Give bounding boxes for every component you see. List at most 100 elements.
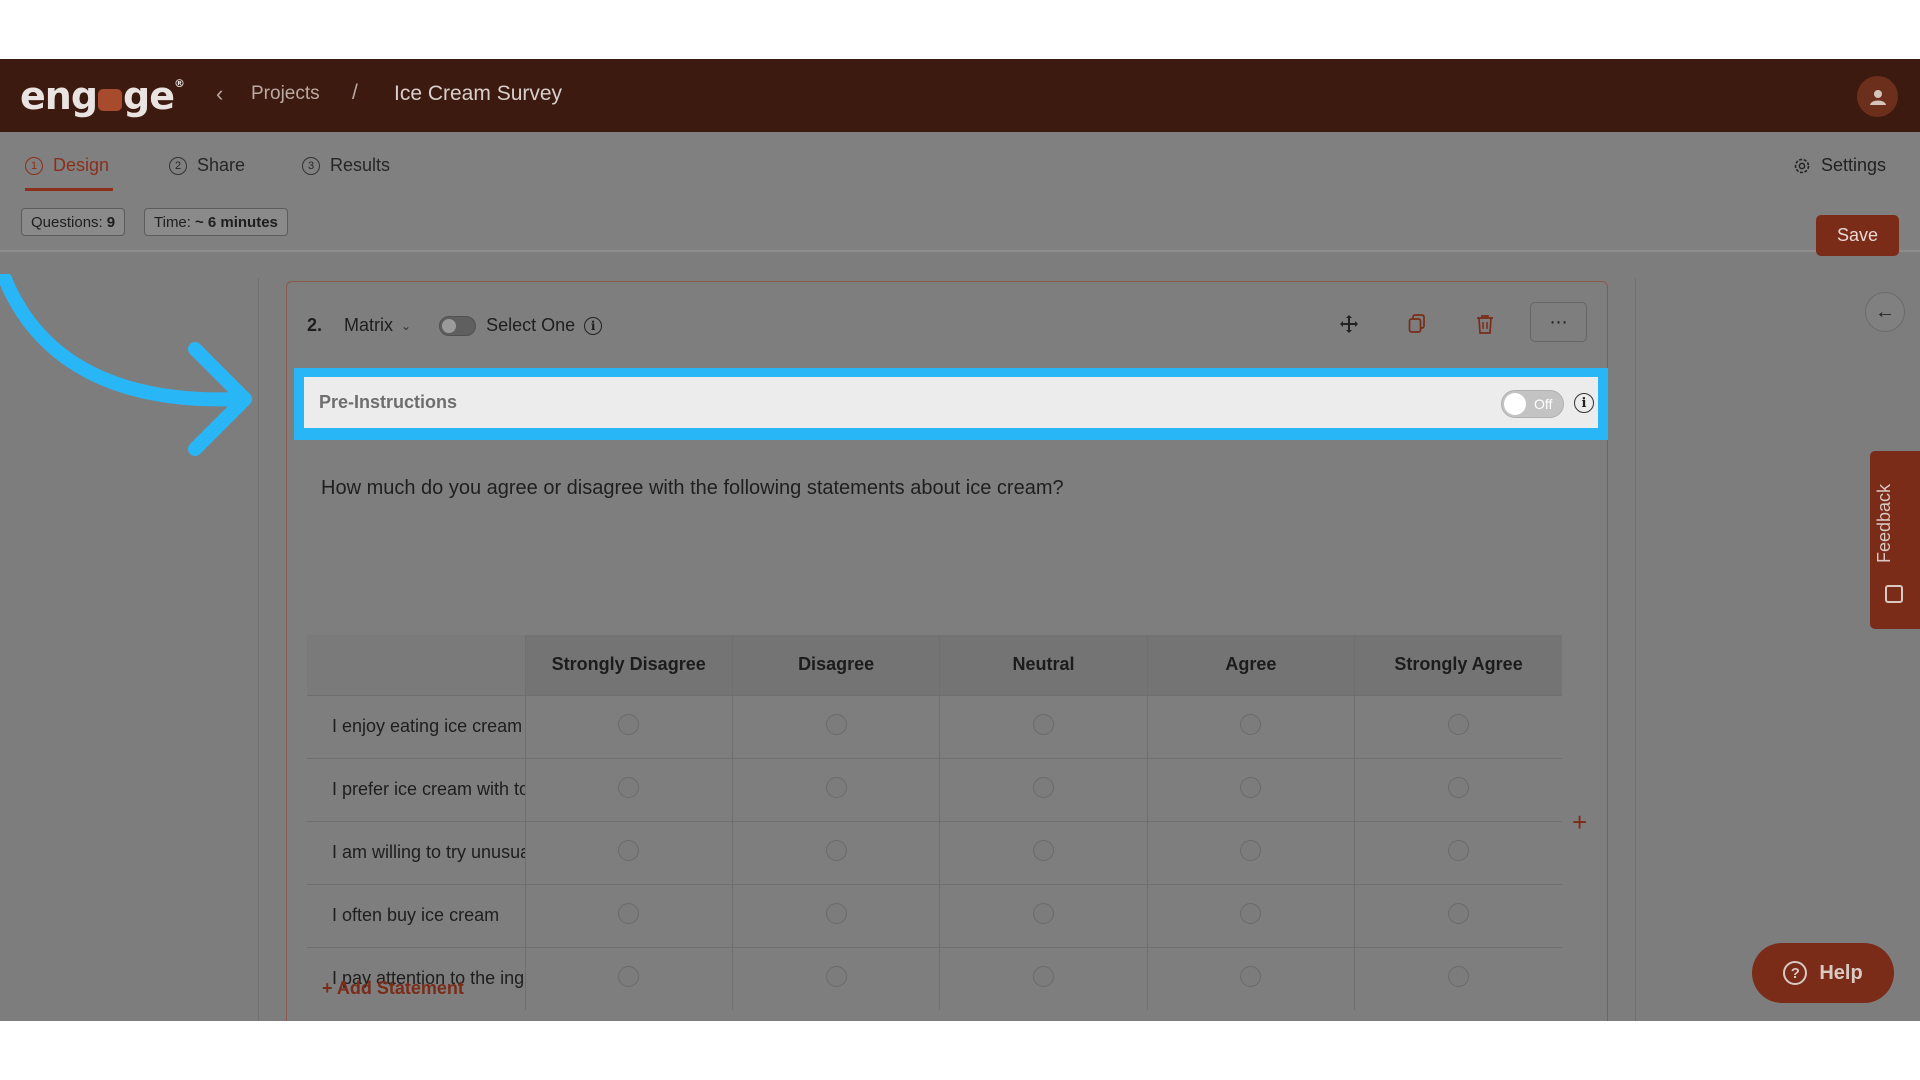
active-tab-indicator [25,188,113,191]
step-number-icon: 1 [25,156,43,175]
time-label: Time: [154,213,191,231]
pre-instructions-highlight: Pre-Instructions Off i [294,368,1608,440]
select-one-toggle[interactable] [439,315,477,336]
pre-instructions-toggle[interactable]: Off [1501,390,1564,418]
matrix-cell [1354,946,1562,1010]
radio-option[interactable] [825,965,847,987]
pre-instructions-row: Pre-Instructions Off i [304,377,1598,428]
radio-option[interactable] [1032,776,1054,798]
radio-option[interactable] [1448,839,1470,861]
question-card: 2. Matrix ⌄ Select One i ⋯ Pre-Instructi… [286,281,1608,1021]
column-header[interactable]: Strongly Disagree [524,635,733,695]
user-icon [1869,89,1886,105]
matrix-cell [939,820,1148,884]
add-statement-button[interactable]: + Add Statement [322,978,464,999]
move-icon[interactable] [1335,310,1363,338]
tab-results[interactable]: 3 Results [302,155,390,176]
matrix-cell [1354,883,1562,947]
matrix-cell [939,694,1148,758]
collapse-panel-arrow-icon[interactable]: ← [1865,292,1905,332]
radio-option[interactable] [618,902,640,924]
matrix-cell [1146,820,1355,884]
radio-option[interactable] [1032,902,1054,924]
radio-option[interactable] [1448,776,1470,798]
radio-option[interactable] [1448,965,1470,987]
select-one-label: Select One [486,315,576,335]
back-chevron-icon[interactable]: ‹ [216,81,223,107]
statement-label[interactable]: I enjoy eating ice cream [307,694,525,758]
settings-label: Settings [1821,155,1887,175]
time-value: ~ 6 minutes [194,213,278,231]
statement-label[interactable]: I prefer ice cream with toppings [307,757,525,821]
table-row: I am willing to try unusual flavors [307,820,1562,884]
question-header: 2. Matrix ⌄ Select One i [307,315,603,336]
info-icon[interactable]: i [1574,393,1594,413]
question-mark-icon: ? [1783,961,1808,985]
radio-option[interactable] [1032,713,1054,735]
questions-label: Questions: [31,213,103,231]
matrix-cell [731,820,940,884]
tab-design[interactable]: 1 Design [25,155,109,176]
radio-option[interactable] [618,713,640,735]
time-estimate-badge: Time: ~ 6 minutes [144,208,288,236]
duplicate-icon[interactable] [1403,310,1431,338]
radio-option[interactable] [618,776,640,798]
pre-instructions-label: Pre-Instructions [319,392,458,412]
user-avatar[interactable] [1857,76,1898,117]
column-header[interactable]: Disagree [731,635,940,695]
settings-button[interactable]: Settings [1793,155,1886,176]
matrix-cell [731,694,940,758]
radio-option[interactable] [1240,965,1262,987]
feedback-tab[interactable]: Feedback [1870,451,1920,629]
radio-option[interactable] [825,776,847,798]
matrix-cell [939,946,1148,1010]
radio-option[interactable] [1032,839,1054,861]
gear-icon [1794,158,1810,173]
save-button[interactable]: Save [1816,215,1899,256]
help-button[interactable]: ? Help [1752,943,1894,1003]
radio-option[interactable] [825,839,847,861]
table-row: I often buy ice cream [307,883,1562,947]
radio-option[interactable] [618,965,640,987]
breadcrumb-projects-link[interactable]: Projects [251,83,320,105]
matrix-cell [1146,694,1355,758]
radio-option[interactable] [1240,713,1262,735]
radio-option[interactable] [1240,776,1262,798]
more-options-button[interactable]: ⋯ [1530,302,1587,342]
statement-label[interactable]: I often buy ice cream [307,883,525,947]
info-icon[interactable]: i [584,316,603,335]
trash-icon[interactable] [1471,310,1499,338]
radio-option[interactable] [825,902,847,924]
radio-option[interactable] [1448,902,1470,924]
matrix-cell [1354,694,1562,758]
chevron-down-icon[interactable]: ⌄ [401,319,411,333]
matrix-cell [524,757,733,821]
radio-option[interactable] [1240,839,1262,861]
statement-label[interactable]: I am willing to try unusual flavors [307,820,525,884]
question-text[interactable]: How much do you agree or disagree with t… [321,477,1064,500]
matrix-cell [1354,820,1562,884]
radio-option[interactable] [825,713,847,735]
radio-option[interactable] [618,839,640,861]
add-column-plus-icon[interactable]: + [1572,807,1587,838]
matrix-cell [939,883,1148,947]
matrix-cell [1146,946,1355,1010]
column-header[interactable]: Agree [1146,635,1355,695]
engage-logo[interactable]: eng ge® [20,74,185,118]
column-header[interactable]: Neutral [939,635,1148,695]
column-header[interactable]: Strongly Agree [1354,635,1562,695]
question-number: 2. [307,315,323,335]
tab-share[interactable]: 2 Share [169,155,245,176]
question-type-select[interactable]: Matrix [344,315,393,336]
radio-option[interactable] [1240,902,1262,924]
step-number-icon: 3 [302,156,320,175]
questions-value: 9 [106,213,116,231]
tab-bar: 1 Design 2 Share 3 Results Settings [0,132,1920,252]
radio-option[interactable] [1032,965,1054,987]
matrix-cell [731,757,940,821]
matrix-cell [939,757,1148,821]
table-row: I enjoy eating ice cream [307,694,1562,758]
radio-option[interactable] [1448,713,1470,735]
annotation-arrow-icon [0,274,252,456]
matrix-cell [1146,883,1355,947]
